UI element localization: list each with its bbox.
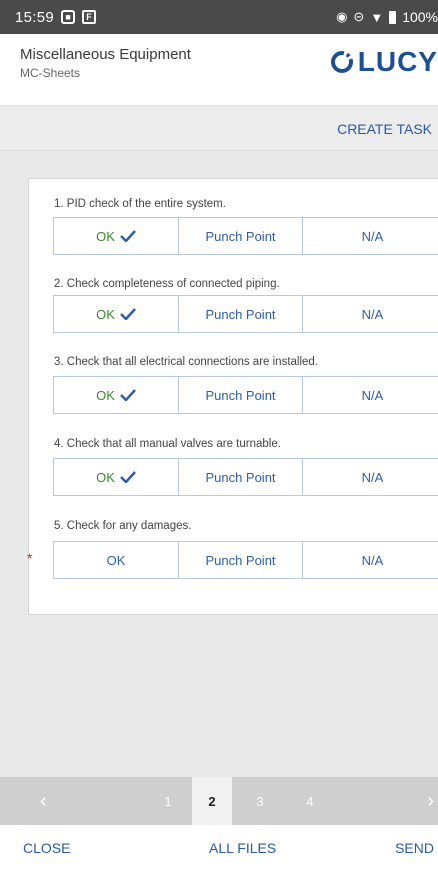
checkmark-icon (120, 389, 136, 401)
question-1-options: OK Punch Point N/A (53, 217, 438, 255)
ok-label: OK (96, 228, 115, 244)
lucy-logo: LUCY (330, 46, 438, 78)
wifi-icon: ▼ (370, 9, 384, 25)
question-5-ok-button[interactable]: OK (54, 542, 179, 578)
sync-icon: ◉ (336, 9, 348, 24)
checkmark-icon (120, 308, 136, 320)
required-marker: * (27, 550, 33, 566)
question-2-label: 2. Check completeness of connected pipin… (54, 278, 280, 290)
f-icon: F (82, 10, 97, 24)
checklist-card: 1. PID check of the entire system. OK Pu… (27, 178, 438, 615)
page-3-button[interactable]: 3 (240, 777, 280, 825)
app-screen: 15:59 ■ F ◉ ⊝ ▼ 100% Miscellaneous Equip… (0, 0, 438, 871)
question-2-ok-button[interactable]: OK (54, 296, 179, 332)
checkmark-icon (120, 230, 136, 242)
camera-icon: ■ (61, 10, 76, 24)
question-4-options: OK Punch Point N/A (53, 458, 438, 496)
logo-mark-icon (330, 51, 353, 73)
question-1-na-button[interactable]: N/A (303, 218, 438, 254)
logo-text: LUCY (357, 46, 438, 77)
question-5-na-button[interactable]: N/A (303, 542, 438, 578)
question-4-label: 4. Check that all manual valves are turn… (54, 438, 281, 450)
status-right: ◉ ⊝ ▼ 100% (336, 0, 438, 34)
page-1-button[interactable]: 1 (148, 777, 188, 825)
question-5-options: OK Punch Point N/A (53, 541, 438, 579)
all-files-button[interactable]: ALL FILES (209, 840, 276, 856)
status-time: 15:59 (15, 8, 55, 26)
ok-label: OK (96, 469, 115, 485)
close-button[interactable]: CLOSE (23, 840, 70, 856)
question-4-ok-button[interactable]: OK (54, 459, 179, 495)
question-5-label: 5. Check for any damages. (54, 520, 192, 532)
question-3-punch-point-button[interactable]: Punch Point (179, 377, 303, 413)
ok-label: OK (96, 306, 115, 322)
question-2-na-button[interactable]: N/A (303, 296, 438, 332)
battery-icon (389, 10, 397, 24)
page-subtitle: MC-Sheets (20, 66, 81, 80)
question-3-na-button[interactable]: N/A (303, 377, 438, 413)
question-2-punch-point-button[interactable]: Punch Point (179, 296, 303, 332)
ok-label: OK (96, 387, 115, 403)
question-4-punch-point-button[interactable]: Punch Point (179, 459, 303, 495)
previous-page-icon[interactable]: ‹ (40, 777, 47, 825)
question-2-options: OK Punch Point N/A (53, 295, 438, 333)
question-4-na-button[interactable]: N/A (303, 459, 438, 495)
checkmark-icon (120, 471, 136, 483)
question-3-label: 3. Check that all electrical connections… (54, 356, 319, 368)
create-task-button[interactable]: CREATE TASK (337, 107, 438, 151)
app-header: Miscellaneous Equipment MC-Sheets LUCY (0, 34, 438, 106)
battery-level: 100% (402, 9, 438, 25)
bottom-bar: CLOSE ALL FILES SEND (0, 825, 438, 871)
status-bar: 15:59 ■ F ◉ ⊝ ▼ 100% (0, 0, 438, 34)
question-1-punch-point-button[interactable]: Punch Point (179, 218, 303, 254)
action-bar: CREATE TASK (0, 107, 438, 151)
page-title: Miscellaneous Equipment (20, 46, 191, 63)
send-button[interactable]: SEND (395, 840, 434, 856)
question-1-label: 1. PID check of the entire system. (54, 198, 226, 210)
page-4-button[interactable]: 4 (290, 777, 330, 825)
do-not-disturb-icon: ⊝ (353, 9, 365, 24)
next-page-icon[interactable]: › (427, 777, 438, 825)
question-3-options: OK Punch Point N/A (53, 376, 438, 414)
question-1-ok-button[interactable]: OK (54, 218, 179, 254)
question-3-ok-button[interactable]: OK (54, 377, 179, 413)
page-navigator: ‹ 1 2 3 4 › (0, 777, 438, 825)
page-2-button[interactable]: 2 (192, 777, 232, 825)
question-5-punch-point-button[interactable]: Punch Point (179, 542, 303, 578)
